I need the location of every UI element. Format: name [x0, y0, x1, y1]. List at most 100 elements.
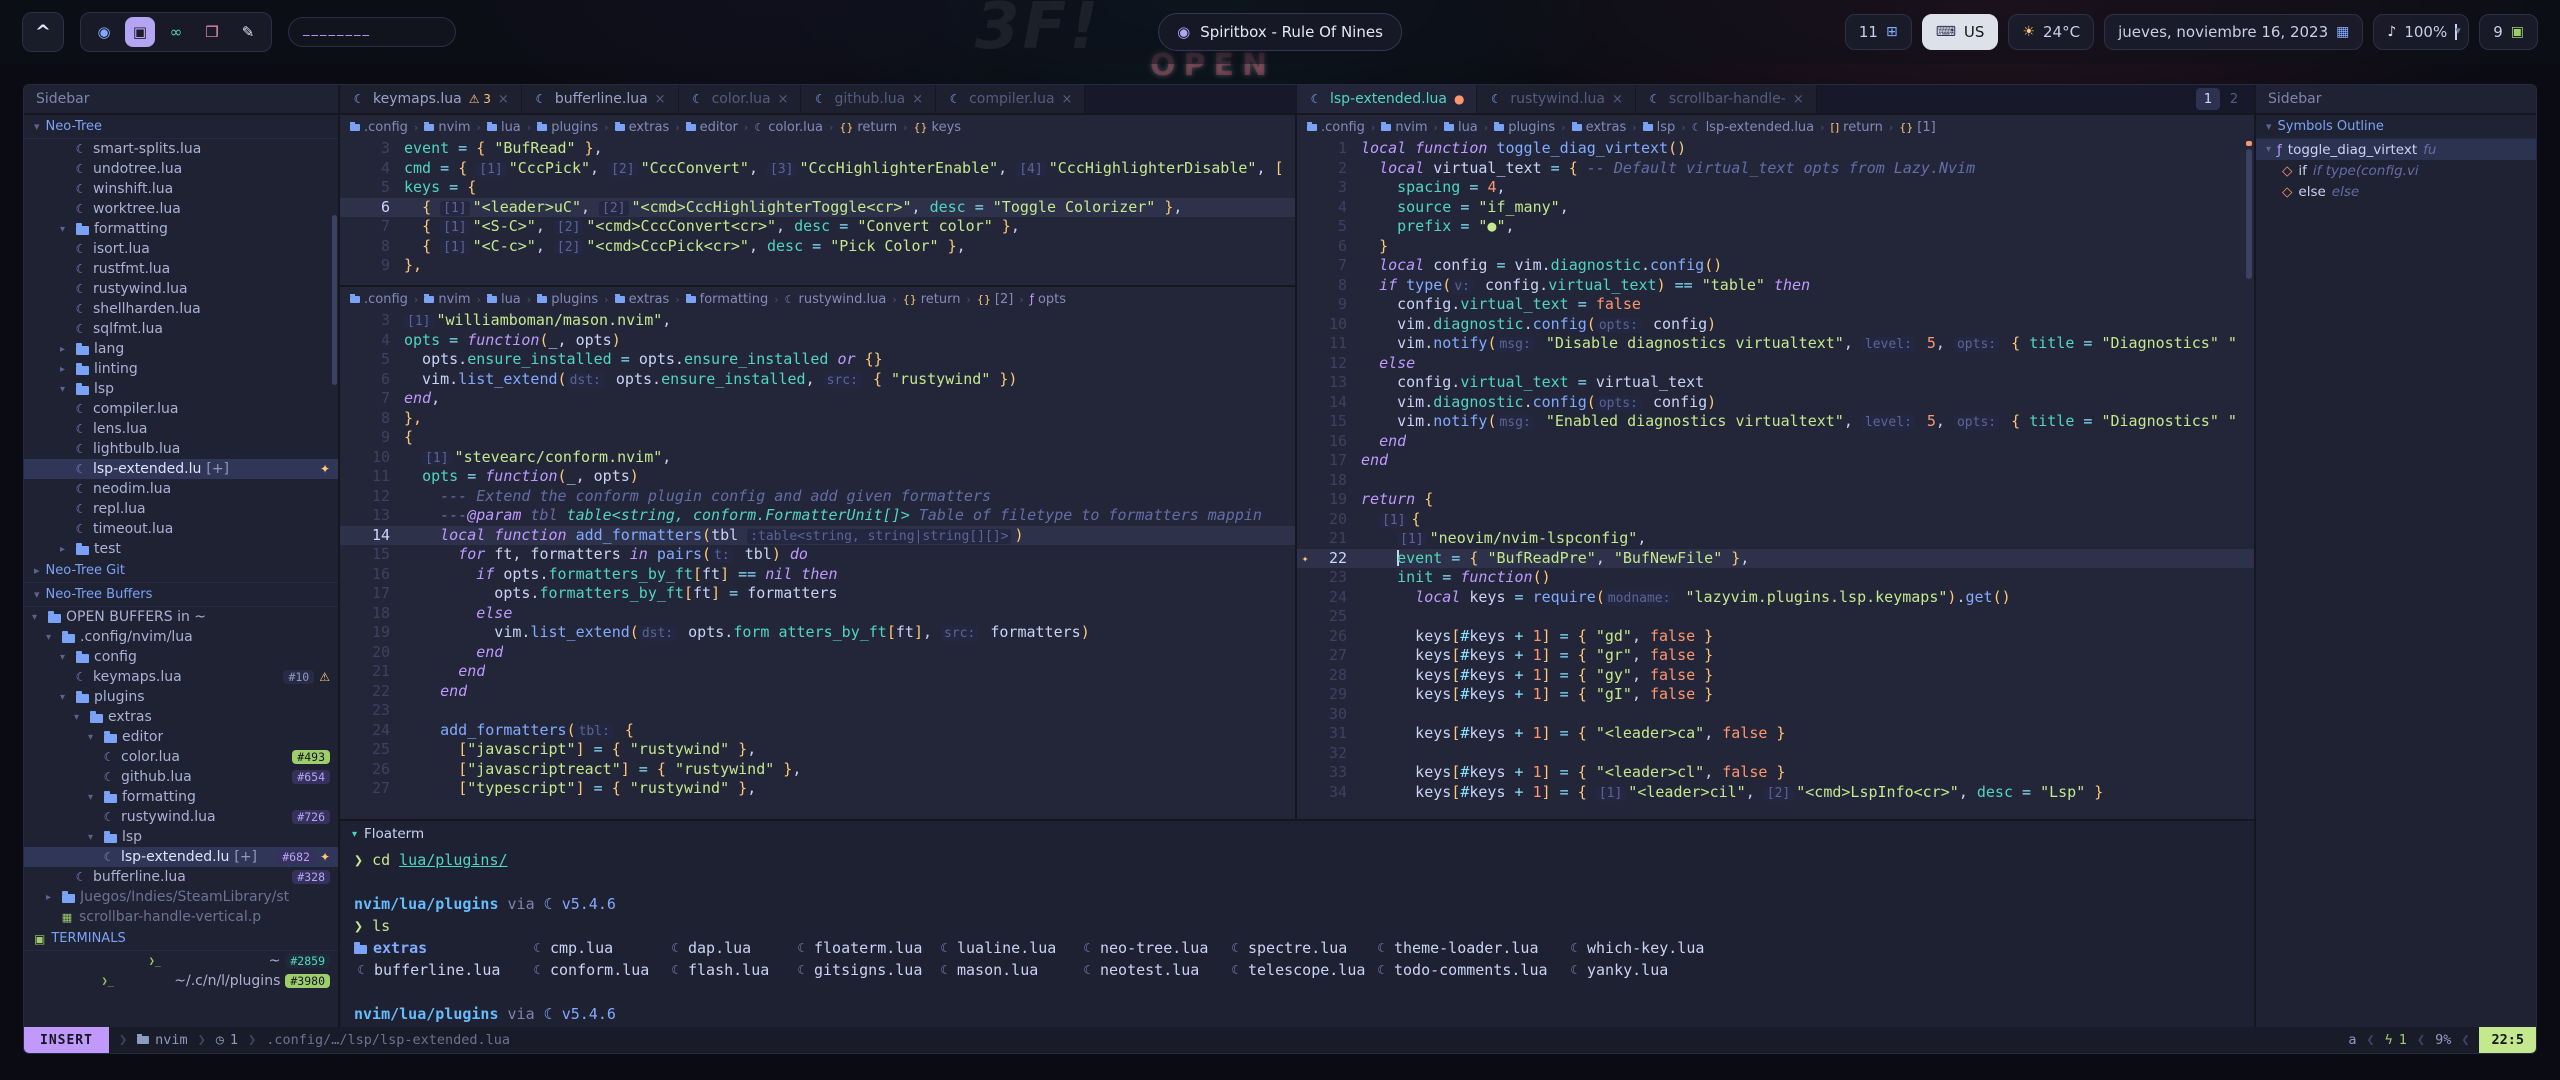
tab-keymaps-lua[interactable]: ☾keymaps.lua⚠ 3×: [340, 85, 522, 113]
tree-item-winshift-lua[interactable]: ☾winshift.lua: [24, 179, 338, 199]
term-icon: ❯_: [46, 974, 169, 989]
tree-item-sqlfmt-lua[interactable]: ☾sqlfmt.lua: [24, 319, 338, 339]
close-icon[interactable]: ×: [1793, 92, 1804, 107]
tree-item-compiler-lua[interactable]: ☾compiler.lua: [24, 399, 338, 419]
tree-item-smart-splits-lua[interactable]: ☾smart-splits.lua: [24, 139, 338, 159]
tree-item-plugins[interactable]: ▾plugins: [24, 687, 338, 707]
line-number: 6: [356, 198, 390, 218]
tree-item-config[interactable]: ▾config: [24, 647, 338, 667]
keyboard-layout-widget[interactable]: ⌨US: [1922, 14, 1999, 50]
outline-item-toggle-diag-virtext[interactable]: ▾ƒtoggle_diag_virtextfu: [2256, 139, 2536, 160]
close-icon[interactable]: ×: [912, 92, 923, 107]
tree-item-lightbulb-lua[interactable]: ☾lightbulb.lua: [24, 439, 338, 459]
tree-item-neodim-lua[interactable]: ☾neodim.lua: [24, 479, 338, 499]
line-text: keys[#keys + 1] = { "gd", false }: [1361, 627, 1713, 647]
close-icon[interactable]: ×: [778, 92, 789, 107]
tree-item-linting[interactable]: ▸linting: [24, 359, 338, 379]
code-line: 5 opts.ensure_installed = opts.ensure_in…: [340, 350, 1295, 370]
tree-item-extras[interactable]: ▾extras: [24, 707, 338, 727]
workspaces-widget[interactable]: 11⊞: [1845, 14, 1912, 50]
editor-pane-lsp-extended-lua[interactable]: .config›nvim›lua›plugins›extras›lsp›☾lsp…: [1297, 115, 2254, 819]
tree-item-rustywind-lua[interactable]: ☾rustywind.lua: [24, 279, 338, 299]
tree-item-color-lua[interactable]: ☾color.lua#493: [24, 747, 338, 767]
tree-item-lsp-extended-lu[interactable]: ☾lsp-extended.lu[+]#682✦: [24, 847, 338, 867]
tree-item-keymaps-lua[interactable]: ☾keymaps.lua#10⚠: [24, 667, 338, 687]
tree-item-isort-lua[interactable]: ☾isort.lua: [24, 239, 338, 259]
tree-item-label: lang: [94, 341, 124, 357]
tree-item-lens-lua[interactable]: ☾lens.lua: [24, 419, 338, 439]
tab-scrollbar-handle[interactable]: ☾scrollbar-handle-×: [1636, 85, 1817, 113]
tabpage-2[interactable]: 2: [2222, 88, 2246, 110]
notifications-widget[interactable]: 9▣: [2479, 14, 2538, 50]
tree-item-scrollbar-handle-vertical-p[interactable]: ▦scrollbar-handle-vertical.p: [24, 907, 338, 927]
tree-item-formatting[interactable]: ▾formatting: [24, 787, 338, 807]
floaterm-panel[interactable]: ▾Floaterm ❯ cd lua/plugins/nvim/lua/plug…: [340, 819, 2254, 1027]
tree-item-lang[interactable]: ▸lang: [24, 339, 338, 359]
tree-item-worktree-lua[interactable]: ☾worktree.lua: [24, 199, 338, 219]
tree-item-bufferline-lua[interactable]: ☾bufferline.lua#328: [24, 867, 338, 887]
tree-item-test[interactable]: ▸test: [24, 539, 338, 559]
launcher-button[interactable]: ^: [22, 12, 64, 52]
outline-item-else[interactable]: ◇elseelse: [2256, 181, 2536, 202]
sidebar-scrollbar[interactable]: [332, 215, 337, 385]
tab-color-lua[interactable]: ☾color.lua×: [679, 85, 802, 113]
tab-lsp-extended-lua[interactable]: ☾lsp-extended.lua●: [1297, 85, 1477, 113]
terminals-section-header[interactable]: ▣TERMINALS: [24, 927, 338, 951]
editor-pane-rustywind-lua[interactable]: .config›nvim›lua›plugins›extras›formatti…: [340, 287, 1295, 819]
notes-button[interactable]: ✎: [233, 17, 263, 47]
tree-item-config-nvim-lua[interactable]: ▾.config/nvim/lua: [24, 627, 338, 647]
tree-item-editor[interactable]: ▾editor: [24, 727, 338, 747]
neotree-git-section-header[interactable]: ▸Neo-Tree Git: [24, 559, 338, 583]
tab-compiler-lua[interactable]: ☾compiler.lua×: [936, 85, 1085, 113]
neotree-section-header[interactable]: ▾Neo-Tree: [24, 115, 338, 139]
date-widget[interactable]: jueves, noviembre 16, 2023▦: [2104, 14, 2363, 50]
buffer-number-badge: #726: [292, 810, 330, 824]
music-widget[interactable]: ◉ Spiritbox - Rule Of Nines: [1158, 13, 1402, 51]
power-button[interactable]: ◉: [89, 17, 119, 47]
close-icon[interactable]: ×: [1062, 92, 1073, 107]
tree-item-juegos-indies-steamlibrary-st[interactable]: ▸Juegos/Indies/SteamLibrary/st: [24, 887, 338, 907]
tree-item-lsp[interactable]: ▾lsp: [24, 827, 338, 847]
tree-item-lsp[interactable]: ▾lsp: [24, 379, 338, 399]
breadcrumb-item: nvim: [1381, 120, 1427, 135]
tab-rustywind-lua[interactable]: ☾rustywind.lua×: [1477, 85, 1636, 113]
tree-item-timeout-lua[interactable]: ☾timeout.lua: [24, 519, 338, 539]
editor-scrollbar[interactable]: [2246, 149, 2252, 279]
tree-item-rustywind-lua[interactable]: ☾rustywind.lua#726: [24, 807, 338, 827]
neotree-buffers-section-header[interactable]: ▾Neo-Tree Buffers: [24, 583, 338, 607]
tree-item-shellharden-lua[interactable]: ☾shellharden.lua: [24, 299, 338, 319]
link-button[interactable]: ∞: [161, 17, 191, 47]
tree-item-open-buffers-in[interactable]: ▾OPEN BUFFERS in ~: [24, 607, 338, 627]
palette-button[interactable]: ▣: [125, 17, 155, 47]
tree-item-lsp-extended-lu[interactable]: ☾lsp-extended.lu[+]✦: [24, 459, 338, 479]
lua-file-icon: ☾: [74, 422, 88, 436]
tabpage-1[interactable]: 1: [2196, 88, 2220, 110]
tree-item-repl-lua[interactable]: ☾repl.lua: [24, 499, 338, 519]
tree-item-github-lua[interactable]: ☾github.lua#654: [24, 767, 338, 787]
symbols-outline-header[interactable]: ▾Symbols Outline: [2256, 115, 2536, 139]
close-icon[interactable]: ×: [498, 92, 509, 107]
apps-button[interactable]: ❒: [197, 17, 227, 47]
chevron-down-icon: ▾: [2455, 24, 2457, 40]
close-icon[interactable]: ×: [1612, 92, 1623, 107]
editor-pane-color-lua[interactable]: .config›nvim›lua›plugins›extras›editor›☾…: [340, 115, 1295, 287]
code-line: ✦22 event = { "BufReadPre", "BufNewFile"…: [1297, 549, 2254, 569]
volume-widget[interactable]: ♪100%▾: [2373, 14, 2469, 50]
weather-widget[interactable]: ☀24°C: [2008, 14, 2094, 50]
tree-item-c-n-l-plugins[interactable]: ❯_~/.c/n/l/plugins#3980: [24, 971, 338, 991]
tree-item-[interactable]: ❯_~#2859: [24, 951, 338, 971]
tree-item-formatting[interactable]: ▾formatting: [24, 219, 338, 239]
line-text: keys[#keys + 1] = { "gr", false }: [1361, 646, 1713, 666]
tree-item-undotree-lua[interactable]: ☾undotree.lua: [24, 159, 338, 179]
line-text: { [1]"<S-C>", [2]"<cmd>CccConvert<cr>", …: [404, 217, 1020, 237]
search-input[interactable]: ________: [288, 17, 456, 47]
terminal-output[interactable]: ❯ cd lua/plugins/nvim/lua/plugins via ☾ …: [340, 847, 2254, 1027]
outline-item-if[interactable]: ◇ifif type(config.vi: [2256, 160, 2536, 181]
sign-column: [340, 662, 356, 682]
floaterm-header[interactable]: ▾Floaterm: [340, 821, 2254, 847]
code-line: 17end: [1297, 451, 2254, 471]
tab-github-lua[interactable]: ☾github.lua×: [801, 85, 936, 113]
tree-item-rustfmt-lua[interactable]: ☾rustfmt.lua: [24, 259, 338, 279]
close-icon[interactable]: ×: [655, 92, 666, 107]
tab-bufferline-lua[interactable]: ☾bufferline.lua×: [522, 85, 679, 113]
